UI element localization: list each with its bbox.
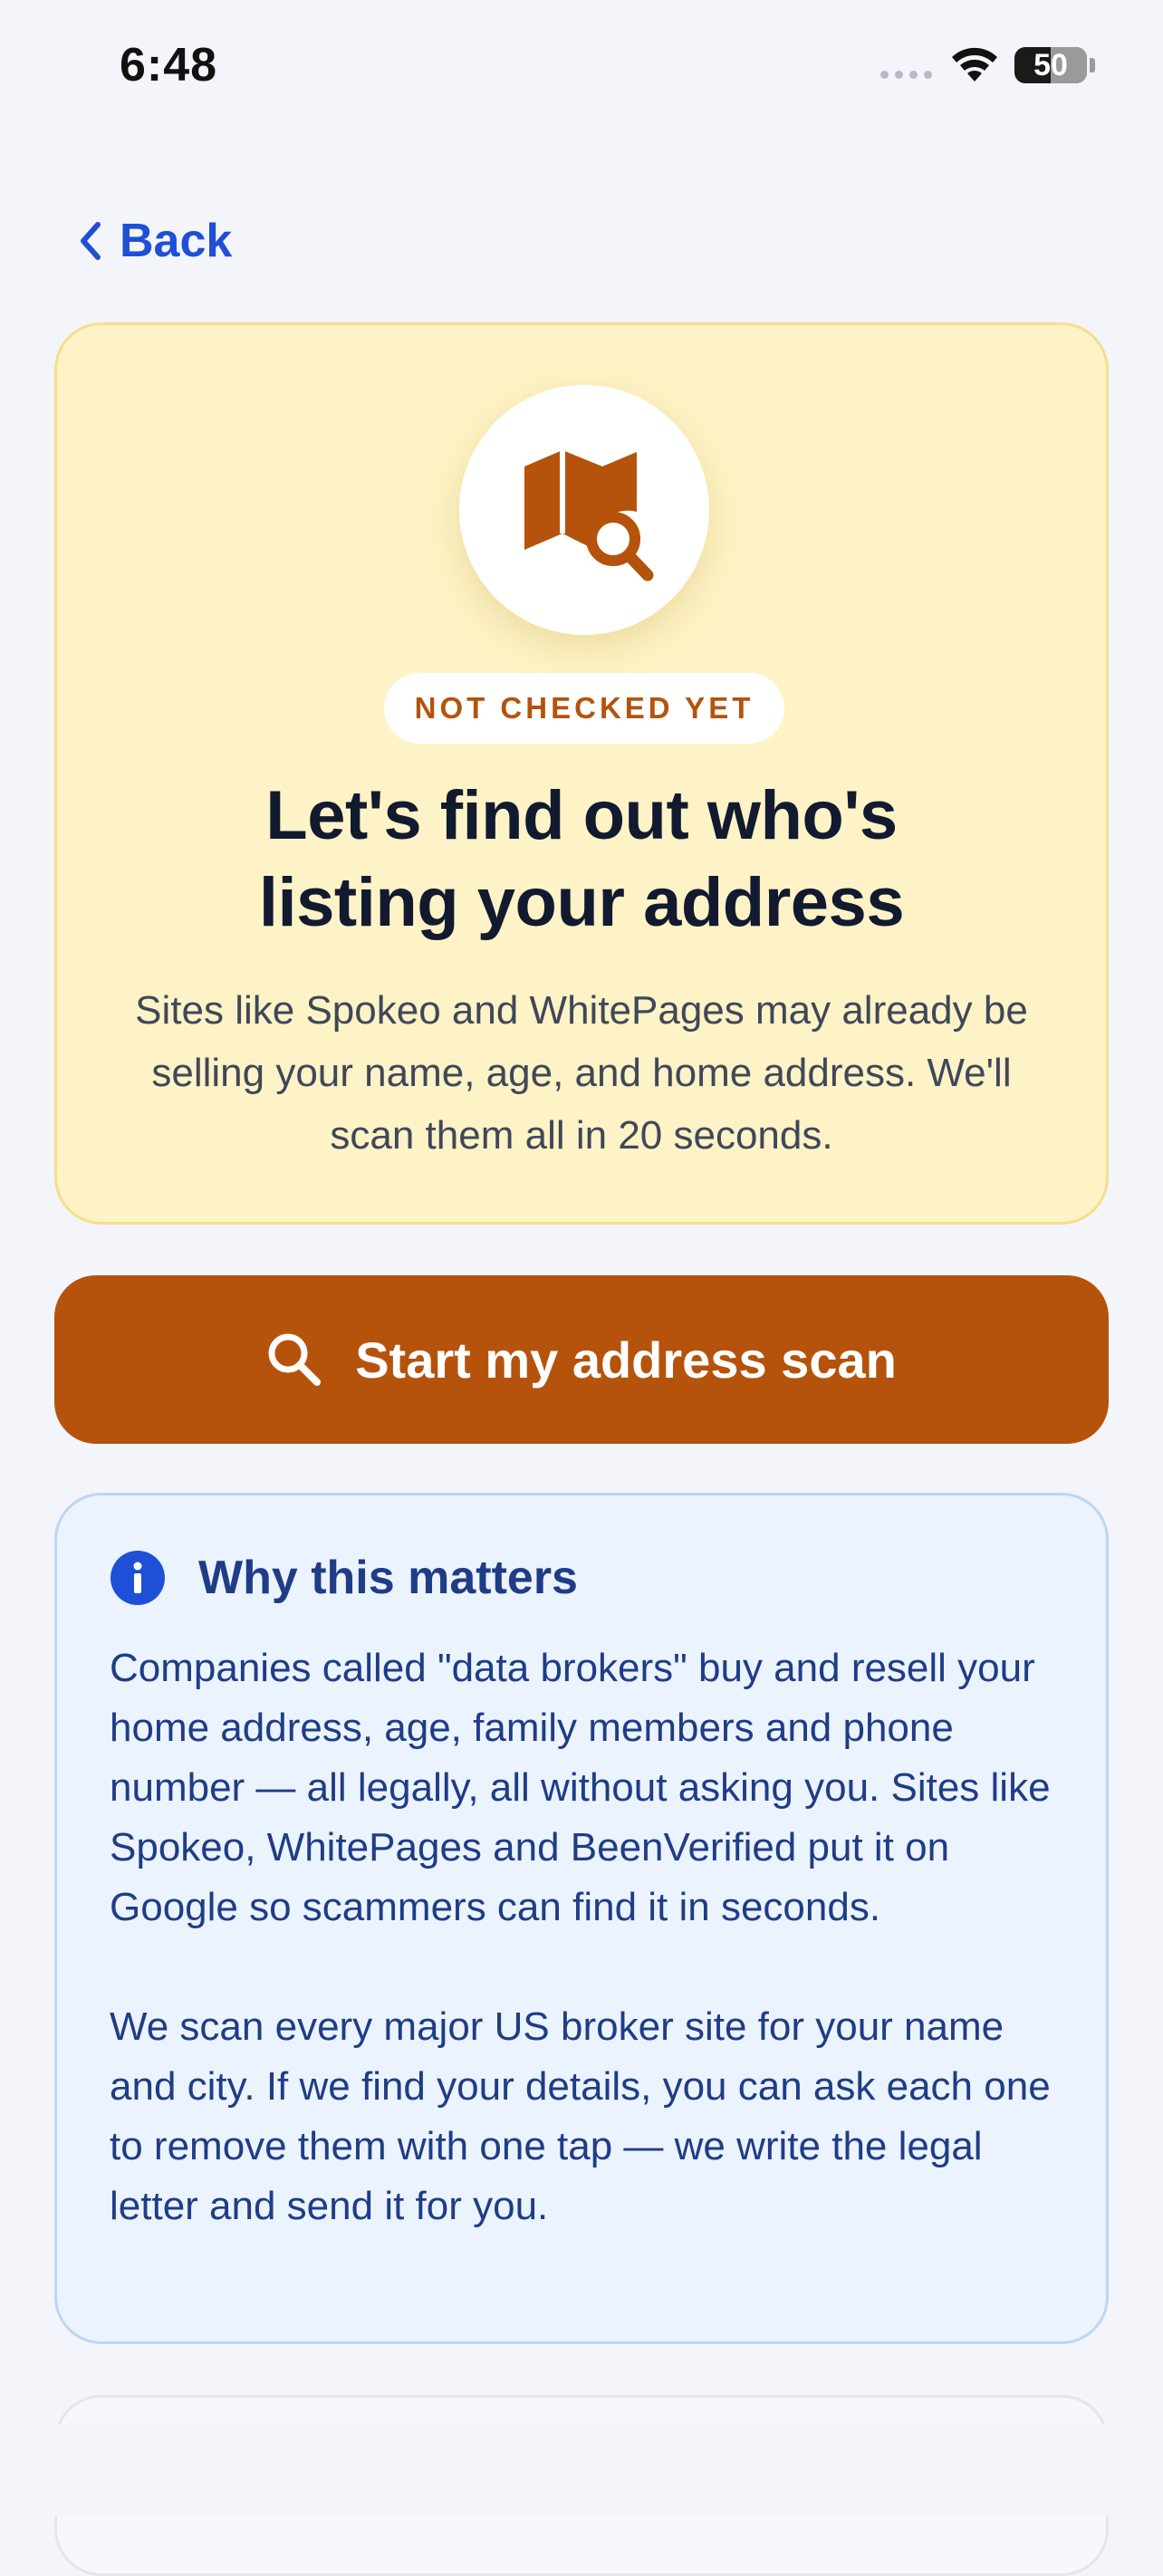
start-scan-label: Start my address scan bbox=[355, 1331, 897, 1389]
start-scan-button[interactable]: Start my address scan bbox=[54, 1275, 1109, 1444]
status-bar: 6:48 50 bbox=[0, 0, 1163, 136]
hero-title-line2: listing your address bbox=[258, 864, 905, 941]
back-label: Back bbox=[120, 215, 233, 267]
info-icon bbox=[111, 1551, 165, 1605]
info-body: Companies called "data brokers" buy and … bbox=[110, 1639, 1061, 2236]
battery-level: 50 bbox=[1033, 48, 1068, 82]
chevron-left-icon bbox=[81, 222, 101, 260]
status-badge: NOT CHECKED YET bbox=[384, 673, 784, 744]
bottom-fade bbox=[0, 2424, 1163, 2516]
status-time: 6:48 bbox=[120, 39, 218, 91]
battery-icon: 50 bbox=[1014, 47, 1087, 83]
battery-tip bbox=[1090, 58, 1095, 72]
hero-icon-circle bbox=[459, 385, 709, 635]
hero-description: Sites like Spokeo and WhitePages may alr… bbox=[135, 988, 1028, 1158]
why-this-matters-card: Why this matters Companies called "data … bbox=[54, 1493, 1109, 2344]
info-title: Why this matters bbox=[198, 1552, 578, 1604]
back-button[interactable]: Back bbox=[76, 214, 232, 268]
cellular-signal-icon bbox=[880, 71, 932, 79]
search-icon bbox=[268, 1333, 322, 1386]
info-paragraph-1: Companies called "data brokers" buy and … bbox=[110, 1646, 1051, 1929]
hero-card: NOT CHECKED YET Let's find out who's lis… bbox=[54, 322, 1109, 1225]
map-search-icon bbox=[524, 450, 654, 582]
hero-title: Let's find out who's listing your addres… bbox=[93, 773, 1070, 947]
hero-title-line1: Let's find out who's bbox=[265, 777, 898, 854]
info-paragraph-2: We scan every major US broker site for y… bbox=[110, 2004, 1051, 2228]
wifi-icon bbox=[952, 47, 997, 82]
info-header: Why this matters bbox=[110, 1550, 578, 1606]
